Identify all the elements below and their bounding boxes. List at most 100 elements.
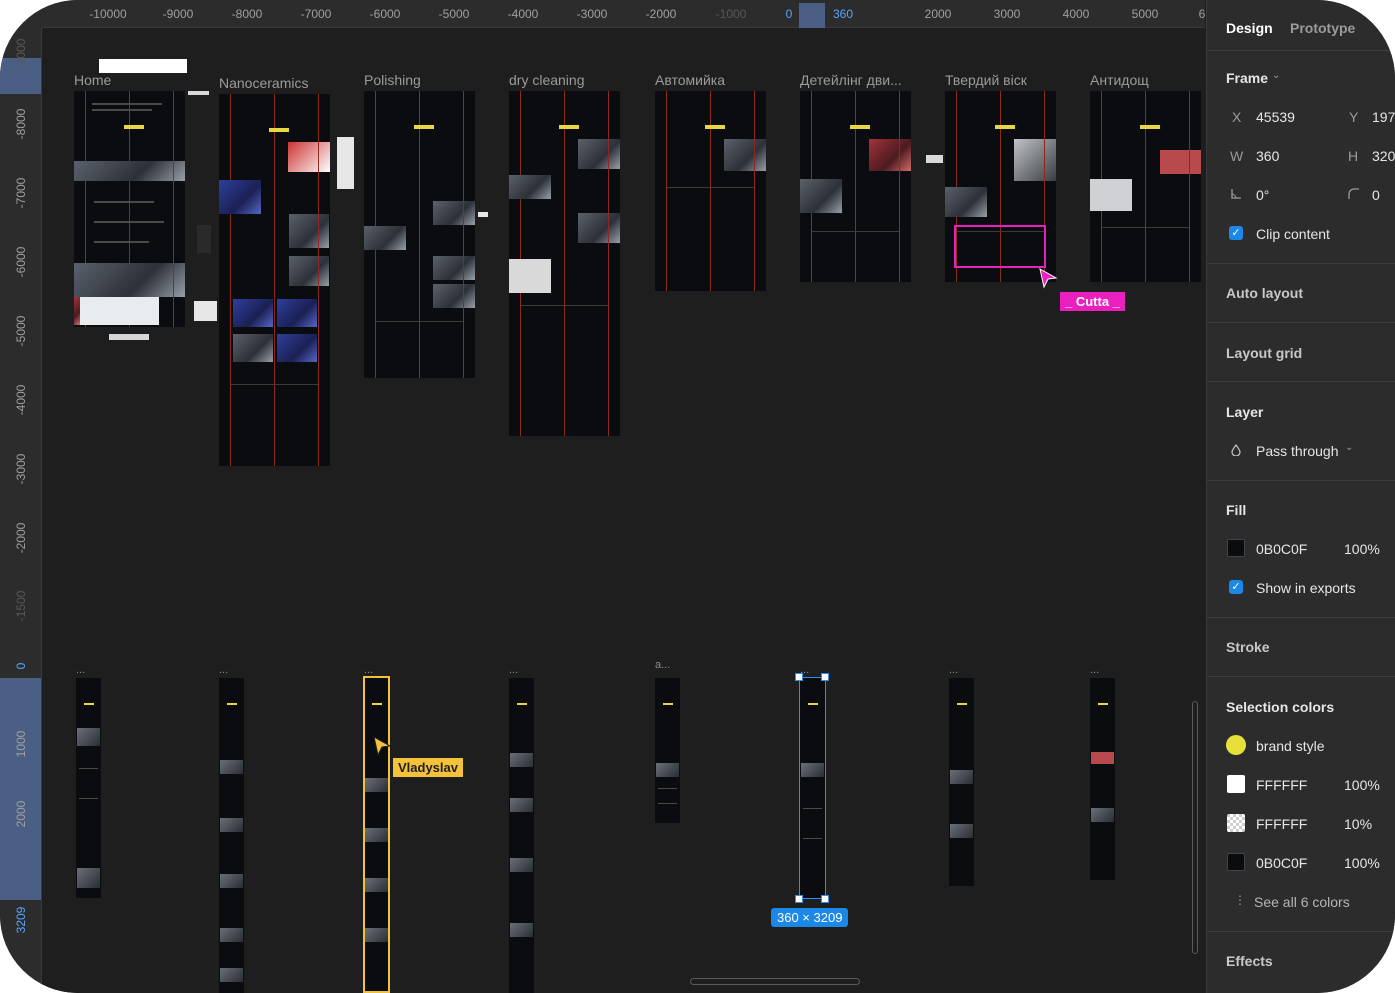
frame-section-title[interactable]: Frame xyxy=(1226,70,1268,86)
ruler-tick: 6 xyxy=(1198,7,1206,21)
brand-style-swatch[interactable] xyxy=(1226,735,1246,755)
rotation-icon xyxy=(1231,189,1241,199)
ruler-tick: -9000 xyxy=(162,7,194,21)
floating-element[interactable] xyxy=(926,155,943,163)
frame-home[interactable] xyxy=(74,91,185,327)
y-input[interactable]: 197 xyxy=(1372,109,1395,125)
mini-frame-label[interactable]: ... xyxy=(364,664,373,676)
mini-frame-label[interactable]: ... xyxy=(509,664,518,676)
rotation-input[interactable]: 0° xyxy=(1256,187,1269,203)
floating-element[interactable] xyxy=(197,225,211,253)
frame-label-hard-wax[interactable]: Твердий віск xyxy=(945,72,1027,88)
mini-frame-nanoceramics[interactable] xyxy=(219,678,244,993)
divider xyxy=(1207,263,1395,264)
mini-frame-label[interactable]: ... xyxy=(219,664,228,676)
width-input[interactable]: 360 xyxy=(1256,148,1279,164)
h-label: H xyxy=(1348,148,1359,164)
show-in-exports-checkbox[interactable]: ✓ xyxy=(1229,580,1243,594)
mini-frame-home[interactable] xyxy=(76,678,101,898)
floating-element[interactable] xyxy=(194,301,217,321)
frame-label-dry-cleaning[interactable]: dry cleaning xyxy=(509,72,585,88)
mini-frame-label[interactable]: a... xyxy=(655,659,670,671)
selection-color-swatch[interactable] xyxy=(1227,853,1245,871)
frame-label-polishing[interactable]: Polishing xyxy=(364,72,421,88)
mini-frame-car-wash[interactable] xyxy=(655,678,680,823)
chevron-down-icon[interactable]: ⌄ xyxy=(1345,442,1353,453)
frame-label-antirain[interactable]: Антидощ xyxy=(1090,72,1149,88)
ruler-corner xyxy=(0,0,42,28)
height-input[interactable]: 320 xyxy=(1372,148,1395,164)
stroke-title[interactable]: Stroke xyxy=(1226,639,1270,655)
resize-handle[interactable] xyxy=(821,895,829,903)
collaborator-selection-box xyxy=(954,225,1046,268)
show-in-exports-label[interactable]: Show in exports xyxy=(1256,580,1356,596)
fill-opacity-input[interactable]: 100% xyxy=(1344,541,1380,557)
figma-app: -10000 -9000 -8000 -7000 -6000 -5000 -40… xyxy=(0,0,1395,993)
frame-label-car-wash[interactable]: Автомийка xyxy=(655,72,725,88)
see-all-colors-link[interactable]: See all 6 colors xyxy=(1254,894,1350,910)
selection-color-swatch[interactable] xyxy=(1227,814,1245,832)
layout-grid-title[interactable]: Layout grid xyxy=(1226,345,1302,361)
fill-hex-input[interactable]: 0B0C0F xyxy=(1256,541,1307,557)
mini-frame-dry-cleaning[interactable] xyxy=(509,678,534,993)
more-dots-icon: ⋮ xyxy=(1234,893,1246,907)
ruler-tick: -6000 xyxy=(14,246,28,278)
x-input[interactable]: 45539 xyxy=(1256,109,1295,125)
selection-color-name[interactable]: 0B0C0F xyxy=(1256,855,1307,871)
mini-frame-label[interactable]: ... xyxy=(1090,664,1099,676)
properties-panel: Design Prototype Frame ⌄ X 45539 Y 197 W… xyxy=(1206,0,1395,993)
frame-car-wash[interactable] xyxy=(655,91,766,291)
divider xyxy=(1207,381,1395,382)
selection-color-opacity[interactable]: 100% xyxy=(1344,855,1380,871)
resize-handle[interactable] xyxy=(821,673,829,681)
design-canvas[interactable]: Home Nanoceramics Polishing dry cleaning… xyxy=(42,29,1205,993)
frame-engine-detailing[interactable] xyxy=(800,91,911,282)
selection-color-name[interactable]: FFFFFF xyxy=(1256,777,1307,793)
horizontal-scrollbar[interactable] xyxy=(690,978,860,985)
effects-title[interactable]: Effects xyxy=(1226,953,1273,969)
tab-prototype[interactable]: Prototype xyxy=(1290,20,1355,36)
clip-content-checkbox[interactable]: ✓ xyxy=(1229,226,1243,240)
ruler-tick-selection-start: 0 xyxy=(14,662,28,670)
clip-content-label[interactable]: Clip content xyxy=(1256,226,1330,242)
frame-antirain[interactable] xyxy=(1090,91,1201,282)
fill-color-swatch[interactable] xyxy=(1227,539,1245,557)
frame-polishing[interactable] xyxy=(364,91,475,378)
selection-color-opacity[interactable]: 10% xyxy=(1344,816,1372,832)
corner-radius-input[interactable]: 0 xyxy=(1372,187,1380,203)
mini-frame-label[interactable]: ... xyxy=(76,664,85,676)
blend-mode-select[interactable]: Pass through xyxy=(1256,443,1339,459)
frame-label-home[interactable]: Home xyxy=(74,72,111,88)
selection-color-name[interactable]: FFFFFF xyxy=(1256,816,1307,832)
selection-color-name[interactable]: brand style xyxy=(1256,738,1324,754)
mini-frame-label[interactable]: ... xyxy=(949,664,958,676)
frame-label-nanoceramics[interactable]: Nanoceramics xyxy=(219,75,308,91)
floating-element[interactable] xyxy=(109,334,149,340)
w-label: W xyxy=(1230,148,1244,164)
floating-note[interactable] xyxy=(99,59,187,73)
resize-handle[interactable] xyxy=(795,673,803,681)
selection-color-opacity[interactable]: 100% xyxy=(1344,777,1380,793)
frame-label-engine-detailing[interactable]: Детейлінг дви... xyxy=(800,72,902,88)
divider xyxy=(1207,50,1395,51)
auto-layout-title[interactable]: Auto layout xyxy=(1226,285,1303,301)
ruler-tick: -3000 xyxy=(576,7,608,21)
ruler-tick: -6000 xyxy=(369,7,401,21)
mini-frame-hard-wax[interactable] xyxy=(949,678,974,886)
floating-element[interactable] xyxy=(478,212,488,217)
selected-frame-outline[interactable] xyxy=(799,677,826,899)
layer-title: Layer xyxy=(1226,404,1264,420)
divider xyxy=(1207,480,1395,481)
selection-size-badge: 360 × 3209 xyxy=(771,908,849,927)
tab-design[interactable]: Design xyxy=(1226,20,1273,36)
vertical-scrollbar[interactable] xyxy=(1192,701,1198,954)
floating-element[interactable] xyxy=(337,137,354,189)
frame-nanoceramics[interactable] xyxy=(219,94,330,466)
collaborator-cursor-label: _ Cutta _ xyxy=(1060,292,1125,311)
floating-element[interactable] xyxy=(188,91,209,95)
selection-color-swatch[interactable] xyxy=(1227,775,1245,793)
chevron-down-icon[interactable]: ⌄ xyxy=(1272,70,1280,81)
resize-handle[interactable] xyxy=(795,895,803,903)
mini-frame-antirain[interactable] xyxy=(1090,678,1115,880)
frame-dry-cleaning[interactable] xyxy=(509,91,620,436)
